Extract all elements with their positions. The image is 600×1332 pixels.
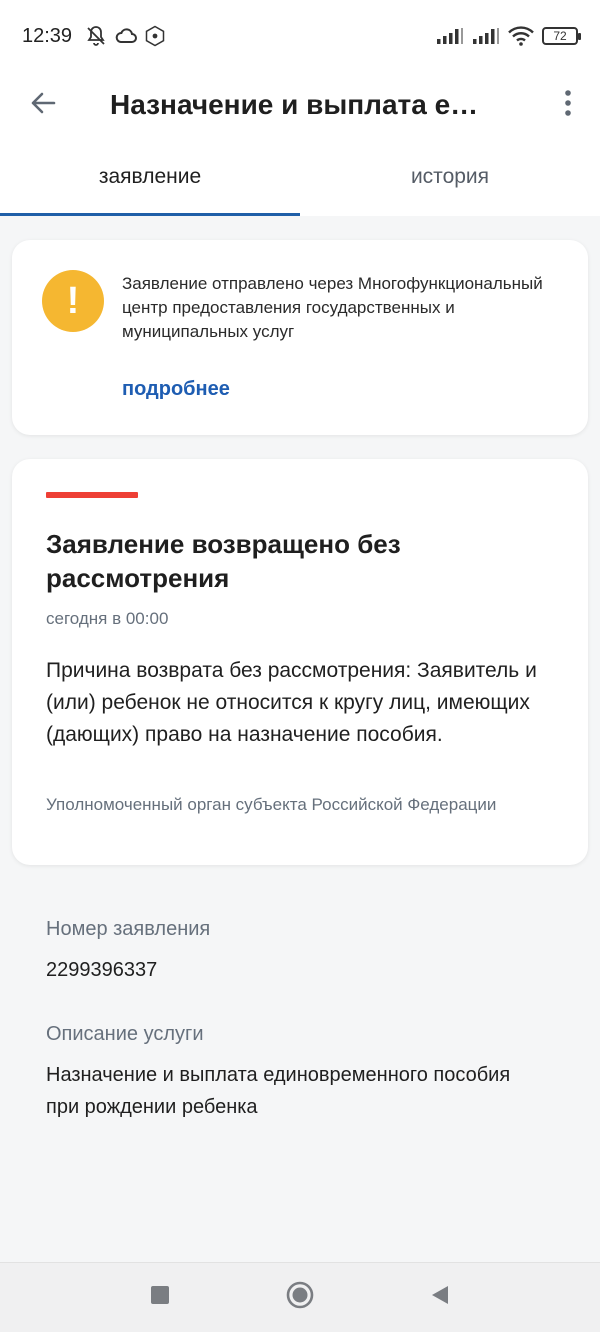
status-time: 12:39 [22,24,73,47]
page-title: Назначение и выплата е… [110,89,479,120]
system-nav-bar [0,1262,600,1332]
notifications-muted-icon [84,24,108,48]
warning-icon: ! [42,270,104,332]
battery-level: 72 [553,29,567,43]
more-vert-icon [563,89,573,122]
service-description-value: Назначение и выплата единовременного пос… [46,1064,511,1118]
status-bar: 12:39 72 [0,0,600,72]
application-number-label: Номер заявления [46,918,211,940]
more-menu-button[interactable] [536,72,600,138]
status-organization: Уполномоченный орган субъекта Российской… [46,795,497,814]
tab-bar: заявление история [0,138,600,216]
app-badge-icon [144,25,166,47]
status-accent-bar [46,492,138,498]
arrow-back-icon [29,89,57,122]
app-bar: Назначение и выплата е… [0,72,600,138]
status-title: Заявление возвращено без рассмотрения [46,529,401,593]
home-button[interactable] [284,1280,316,1315]
screen: 12:39 72 Назначение и выплата е… заявлен… [0,0,600,1332]
recents-button[interactable] [144,1282,176,1314]
status-reason: Причина возврата без рассмотрения: Заяви… [46,659,537,746]
cloud-icon [114,26,138,46]
home-icon [285,1280,315,1315]
signal-icon [436,27,464,45]
signal-icon [472,27,500,45]
info-card: ! Заявление отправлено через Многофункци… [12,240,588,435]
service-description-label: Описание услуги [46,1023,204,1045]
tab-history[interactable]: история [300,138,600,216]
nav-back-button[interactable] [424,1282,456,1314]
back-icon [429,1284,451,1311]
status-card: Заявление возвращено без рассмотрения се… [12,459,588,865]
status-date: сегодня в 00:00 [46,609,169,628]
info-card-text: Заявление отправлено через Многофункцион… [122,274,543,341]
details-link[interactable]: подробнее [122,378,230,401]
back-button[interactable] [0,72,86,138]
recents-icon [149,1284,171,1311]
battery-icon: 72 [542,27,581,45]
application-number-value: 2299396337 [46,959,158,981]
wifi-icon [508,26,534,46]
tab-application[interactable]: заявление [0,138,300,216]
